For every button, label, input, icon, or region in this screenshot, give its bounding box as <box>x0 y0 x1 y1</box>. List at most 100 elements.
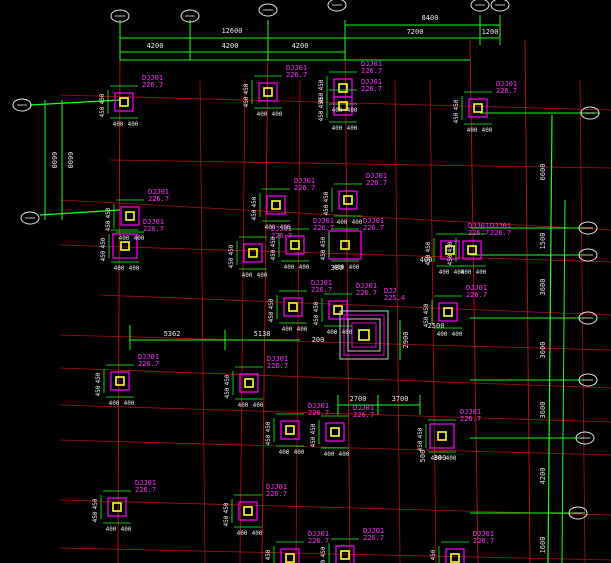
dim-right-3600-c: 3600 <box>539 402 547 419</box>
column-dim-text: 400 <box>272 111 283 118</box>
column-dim-text: 400 <box>257 272 268 279</box>
column-dim-text: 450 <box>320 236 327 247</box>
column-label-elevation: 226.7 <box>366 179 387 187</box>
column-dim-text: 450 <box>100 237 107 248</box>
column-label-elevation: 226.7 <box>286 71 307 79</box>
column-dim-text: 450 <box>310 436 317 447</box>
column-dim-text: 400 <box>252 530 263 537</box>
column-dim-text: 400 <box>238 402 249 409</box>
column-label-elevation: 226.7 <box>473 537 494 545</box>
column-dim-text: 450 <box>265 434 272 445</box>
column-dim-text: 450 <box>453 112 460 123</box>
dim-mid-2700: 2700 <box>350 395 367 403</box>
dim-top-8400: 8400 <box>422 14 439 22</box>
column-dim-text: 400 <box>134 235 145 242</box>
column-label-elevation: 226.7 <box>363 224 384 232</box>
dim-col-200: 200 <box>312 336 325 344</box>
column-dim-text: 450 <box>228 257 235 268</box>
column-label-elevation: 226.7 <box>313 224 334 232</box>
column-dim-text: 450 <box>268 311 275 322</box>
column-dim-text: 450 <box>447 241 454 252</box>
column-dim-text: 450 <box>105 207 112 218</box>
dim-top-12600: 12600 <box>221 27 242 35</box>
column-dim-text: 450 <box>243 96 250 107</box>
column-label-elevation: 226.7 <box>308 409 329 417</box>
column-dim-text: 400 <box>439 269 450 276</box>
column-dim-text: 400 <box>257 111 268 118</box>
column-dim-text: 450 <box>417 427 424 438</box>
column-dim-text: 400 <box>121 526 132 533</box>
column-dim-text: 400 <box>342 329 353 336</box>
column-dim-text: 450 <box>320 546 327 557</box>
column-dim-text: 450 <box>105 220 112 231</box>
column-dim-text: 400 <box>253 402 264 409</box>
column-label-elevation: 226.7 <box>138 360 159 368</box>
dim-right-6600: 6600 <box>539 164 547 181</box>
column-label-elevation: 226.7 <box>361 85 382 93</box>
dim-mid-3700: 3700 <box>392 395 409 403</box>
dim-mid-2900: 2900 <box>402 332 410 349</box>
column-dim-text: 450 <box>251 209 258 220</box>
column-dim-text: 450 <box>268 298 275 309</box>
foundation-plan-drawing: DJJ01226.7400 400450450DJJ01226.7400 40045… <box>0 0 611 563</box>
column-dim-text: 450 <box>92 511 99 522</box>
column-dim-text: 450 <box>228 244 235 255</box>
column-dim-text: 400 <box>124 400 135 407</box>
column-label-elevation: 226.7 <box>356 289 377 297</box>
column-dim-text: 450 <box>100 250 107 261</box>
column-label-elevation: 226.7 <box>363 534 384 542</box>
column-dim-text: 400 <box>461 269 472 276</box>
column-label-elevation: 226.7 <box>266 490 287 498</box>
column-dim-text: 400 <box>282 326 293 333</box>
column-dim-text: 450 <box>270 236 277 247</box>
column-dim-text: 450 <box>320 249 327 260</box>
column-dim-text: 400 <box>337 219 348 226</box>
column-dim-text: 400 <box>128 121 139 128</box>
column-dim-text: 400 <box>467 127 478 134</box>
column-dim-text: 400 <box>299 264 310 271</box>
column-dim-text: 400 <box>324 451 335 458</box>
column-dim-text: 400 <box>119 235 130 242</box>
dim-top-1200: 1200 <box>482 28 499 36</box>
column-dim-text: 400 <box>114 265 125 272</box>
column-dim-text: 400 <box>352 219 363 226</box>
column-dim-text: 400 <box>279 449 290 456</box>
column-dim-text: 450 <box>270 249 277 260</box>
dim-col-300: 300 <box>434 454 447 462</box>
column-label-elevation: 226.7 <box>294 184 315 192</box>
column-dim-text: 450 <box>423 303 430 314</box>
column-label-elevation: 226.7 <box>308 537 329 545</box>
column-dim-text: 400 <box>297 326 308 333</box>
column-dim-text: 400 <box>106 526 117 533</box>
column-dim-text: 450 <box>95 385 102 396</box>
column-dim-text: 400 <box>242 272 253 279</box>
column-dim-text: 450 <box>323 204 330 215</box>
dim-right-3600-a: 3600 <box>539 279 547 296</box>
column-dim-text: 400 <box>347 107 358 114</box>
dim-top-4200-c: 4200 <box>292 42 309 50</box>
column-dim-text: 450 <box>223 502 230 513</box>
column-dim-text: 450 <box>243 83 250 94</box>
dim-left-6600-b: 6600 <box>66 152 74 169</box>
column-dim-text: 450 <box>224 374 231 385</box>
column-label-elevation: 226.7 <box>460 415 481 423</box>
column-dim-text: 400 <box>452 331 463 338</box>
column-dim-text: 450 <box>313 314 320 325</box>
column-label-elevation: 226.7 <box>490 229 511 237</box>
dim-right-1500: 1500 <box>539 233 547 250</box>
dim-right-4200: 4200 <box>539 468 547 485</box>
column-dim-text: 400 <box>332 107 343 114</box>
dim-right-3600-b: 3600 <box>539 342 547 359</box>
dim-mid-5362: 5362 <box>164 330 181 338</box>
column-dim-text: 450 <box>447 254 454 265</box>
dim-col-500: 500 <box>419 450 427 463</box>
column-label-elevation: 226.7 <box>135 486 156 494</box>
dim-right-1600: 1600 <box>539 537 547 554</box>
column-dim-text: 400 <box>129 265 140 272</box>
column-label-elevation: 226.7 <box>142 81 163 89</box>
column-label-elevation: 226.7 <box>267 362 288 370</box>
dim-mid-5138: 5138 <box>254 330 271 338</box>
column-dim-text: 400 <box>339 451 350 458</box>
column-dim-text: 400 <box>347 125 358 132</box>
column-label-elevation: 226.7 <box>468 229 489 237</box>
